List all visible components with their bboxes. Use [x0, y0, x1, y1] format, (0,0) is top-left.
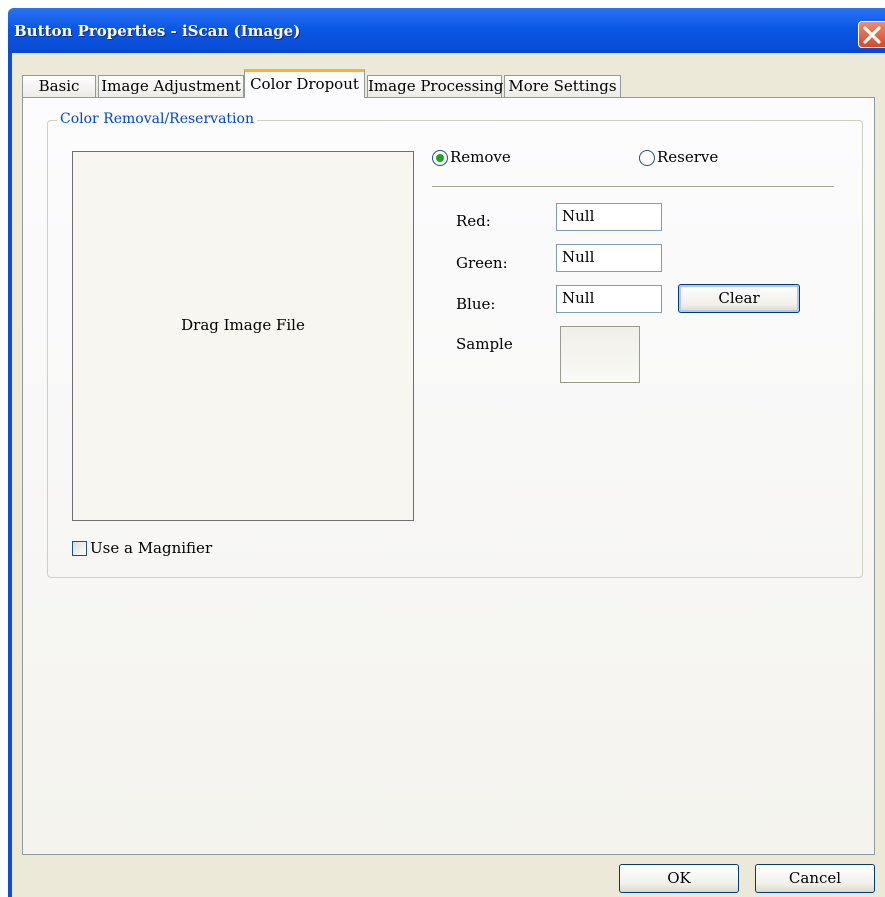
ok-button[interactable]: OK: [619, 864, 739, 893]
red-field[interactable]: Null: [556, 203, 662, 231]
green-label: Green:: [456, 254, 508, 272]
tab-basic[interactable]: Basic: [22, 75, 96, 97]
sample-label: Sample: [456, 335, 513, 353]
radio-empty-icon[interactable]: [639, 150, 655, 166]
window-title: Button Properties - iScan (Image): [14, 22, 301, 40]
color-removal-group: Color Removal/Reservation Drag Image Fil…: [47, 111, 863, 578]
group-title: Color Removal/Reservation: [57, 111, 257, 127]
magnifier-checkbox[interactable]: [72, 541, 87, 556]
dialog-window: Button Properties - iScan (Image) Basic …: [8, 8, 885, 897]
tab-label: Basic: [38, 77, 80, 95]
color-sample-swatch: [560, 326, 640, 383]
tab-image-adjustment[interactable]: Image Adjustment: [98, 75, 244, 97]
cancel-button[interactable]: Cancel: [755, 864, 875, 893]
title-bar[interactable]: Button Properties - iScan (Image): [8, 8, 885, 53]
radio-selected-icon[interactable]: [432, 150, 448, 166]
magnifier-label[interactable]: Use a Magnifier: [90, 539, 212, 557]
tab-label: Image Adjustment: [101, 77, 241, 95]
tab-image-processing[interactable]: Image Processing: [367, 75, 504, 97]
close-icon: [863, 26, 881, 44]
options-divider: [432, 186, 834, 188]
blue-field[interactable]: Null: [556, 285, 662, 313]
clear-button[interactable]: Clear: [678, 284, 800, 313]
tab-label: Image Processing: [368, 77, 504, 95]
red-label: Red:: [456, 212, 491, 230]
reserve-option-label[interactable]: Reserve: [657, 148, 718, 166]
blue-label: Blue:: [456, 295, 496, 313]
close-button[interactable]: [858, 21, 885, 48]
green-field[interactable]: Null: [556, 244, 662, 272]
tab-more-settings[interactable]: More Settings: [504, 75, 621, 97]
tab-label: Color Dropout: [250, 75, 359, 93]
drop-zone-text: Drag Image File: [181, 316, 305, 334]
dialog-client: Basic Image Adjustment Color Dropout Ima…: [12, 53, 885, 897]
image-drop-zone[interactable]: Drag Image File: [72, 151, 414, 521]
tab-label: More Settings: [508, 77, 617, 95]
remove-option-label[interactable]: Remove: [450, 148, 511, 166]
tab-color-dropout[interactable]: Color Dropout: [244, 69, 365, 98]
tab-panel-color-dropout: Color Removal/Reservation Drag Image Fil…: [22, 97, 875, 855]
